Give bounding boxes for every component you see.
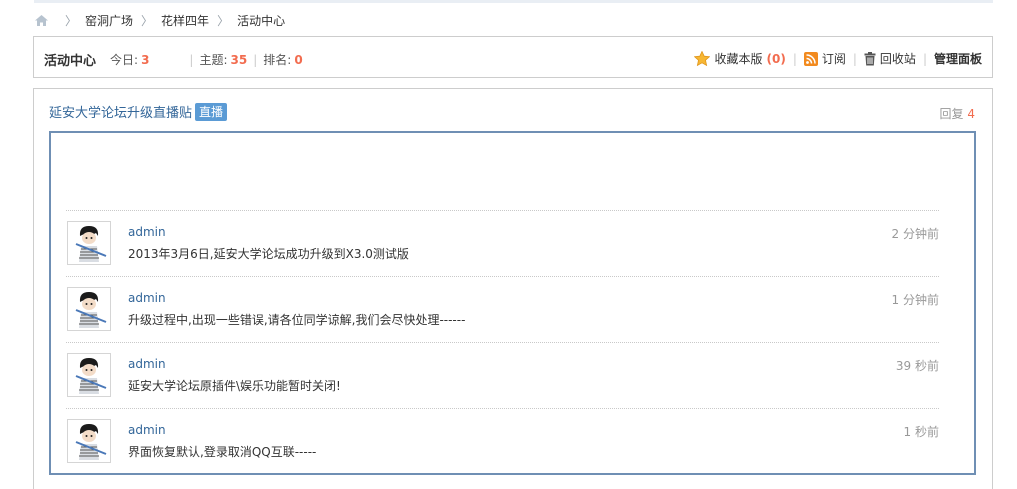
rss-icon — [803, 51, 818, 66]
live-feed-box: admin 2 分钟前 2013年3月6日,延安大学论坛成功升级到X3.0测试版 — [49, 131, 976, 475]
breadcrumb-link-square[interactable]: 窑洞广场 — [85, 12, 133, 29]
star-icon — [694, 51, 711, 66]
post-text: 2013年3月6日,延安大学论坛成功升级到X3.0测试版 — [128, 247, 409, 261]
post-author[interactable]: admin — [128, 423, 166, 437]
reply-value: 4 — [967, 107, 975, 121]
post-author[interactable]: admin — [128, 225, 166, 239]
post-text: 延安大学论坛原插件\娱乐功能暂时关闭! — [128, 379, 341, 393]
list-item: admin 1 分钟前 升级过程中,出现一些错误,请各位同学谅解,我们会尽快处理… — [66, 276, 939, 342]
live-badge: 直播 — [195, 102, 228, 121]
breadcrumb-link-section[interactable]: 花样四年 — [161, 12, 209, 29]
reply-label: 回复 — [939, 107, 964, 121]
post-time: 2 分钟前 — [891, 227, 939, 241]
rank-label: 排名: — [263, 53, 292, 67]
topics-label: 主题: — [199, 53, 228, 67]
live-feed: admin 2 分钟前 2013年3月6日,延安大学论坛成功升级到X3.0测试版 — [66, 210, 939, 474]
chevron-right-icon: 〉 — [141, 13, 154, 28]
forum-title: 活动中心 — [44, 54, 97, 69]
divider: | — [922, 51, 927, 66]
post-time: 1 分钟前 — [891, 293, 939, 307]
list-item: admin 39 秒前 延安大学论坛原插件\娱乐功能暂时关闭! — [66, 342, 939, 408]
divider: | — [253, 52, 258, 67]
post-author[interactable]: admin — [128, 291, 166, 305]
forum-stats: 活动中心 今日: 3 | 主题: 35 | 排名: 0 — [44, 50, 303, 70]
admin-panel-link[interactable]: 管理面板 — [934, 50, 982, 67]
post-author[interactable]: admin — [128, 357, 166, 371]
breadcrumb: 〉 窑洞广场 〉 花样四年 〉 活动中心 — [34, 12, 285, 28]
forum-actions: 收藏本版 (0) | 订阅 | 回收站 | 管理面板 — [694, 50, 982, 67]
list-item: admin 1 秒前 界面恢复默认,登录取消QQ互联----- — [66, 408, 939, 474]
divider: | — [792, 51, 797, 66]
thread-title-row: 延安大学论坛升级直播贴 直播 — [49, 102, 228, 121]
recycle-bin-label: 回收站 — [879, 52, 916, 66]
favorite-label: 收藏本版 — [714, 52, 763, 66]
favorite-button[interactable]: 收藏本版 (0) — [694, 50, 786, 67]
favorite-count: (0) — [766, 51, 786, 66]
chevron-right-icon: 〉 — [65, 13, 78, 28]
thread-title-link[interactable]: 延安大学论坛升级直播贴 — [49, 102, 192, 121]
avatar[interactable] — [67, 419, 111, 463]
avatar[interactable] — [67, 353, 111, 397]
forum-header: 活动中心 今日: 3 | 主题: 35 | 排名: 0 收藏本版 (0) | 订… — [33, 36, 993, 78]
avatar[interactable] — [67, 287, 111, 331]
avatar[interactable] — [67, 221, 111, 265]
list-item: admin 2 分钟前 2013年3月6日,延安大学论坛成功升级到X3.0测试版 — [66, 210, 939, 276]
top-divider — [34, 0, 993, 3]
thread-panel: 延安大学论坛升级直播贴 直播 回复 4 admin 2 分钟前 2013年3月6… — [33, 88, 993, 489]
recycle-bin-button[interactable]: 回收站 — [864, 50, 916, 67]
post-time: 39 秒前 — [895, 359, 939, 373]
reply-count: 回复 4 — [940, 105, 975, 122]
home-icon[interactable] — [34, 14, 49, 27]
subscribe-label: 订阅 — [821, 52, 846, 66]
post-time: 1 秒前 — [903, 425, 939, 439]
subscribe-button[interactable]: 订阅 — [803, 50, 846, 67]
post-text: 界面恢复默认,登录取消QQ互联----- — [128, 445, 317, 459]
trash-icon — [864, 51, 876, 65]
breadcrumb-link-current[interactable]: 活动中心 — [237, 12, 285, 29]
today-value: 3 — [141, 52, 150, 67]
divider: | — [852, 51, 857, 66]
rank-value: 0 — [294, 52, 303, 67]
divider: | — [189, 52, 194, 67]
post-text: 升级过程中,出现一些错误,请各位同学谅解,我们会尽快处理------ — [128, 313, 466, 327]
today-label: 今日: — [110, 53, 139, 67]
topics-value: 35 — [230, 52, 248, 67]
chevron-right-icon: 〉 — [217, 13, 230, 28]
